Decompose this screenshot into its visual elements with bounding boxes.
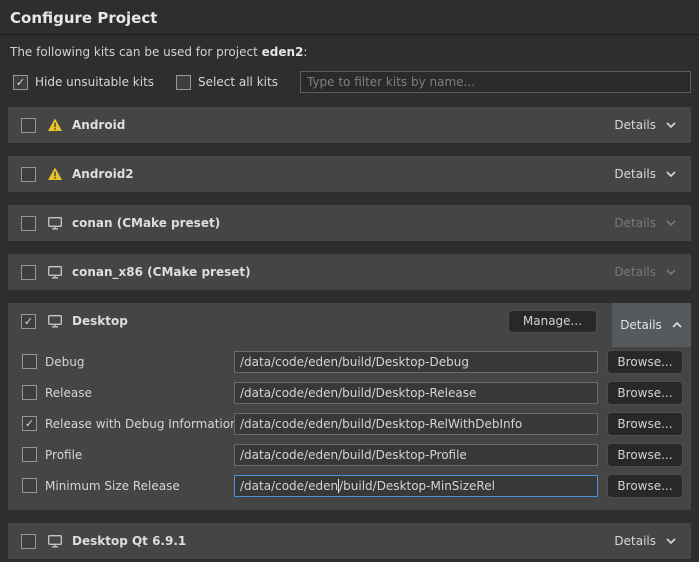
desktop-icon [47,533,63,549]
kit-name: Android [72,118,125,132]
hide-unsuitable-checkbox[interactable]: ✓ [13,75,28,90]
config-label: Release with Debug Information [45,417,238,431]
select-all-checkbox[interactable] [176,75,191,90]
kit-name: conan (CMake preset) [72,216,220,230]
config-checkbox[interactable] [22,447,37,462]
kit-row-conan-x86: conan_x86 (CMake preset) Details [8,254,691,290]
build-dir-input[interactable] [234,382,598,404]
page-title: Configure Project [0,0,699,34]
details-label: Details [614,216,656,230]
details-label: Details [614,118,656,132]
kit-section-desktop: Details ✓ Desktop Manage... Debug Browse… [8,303,691,510]
kit-row-android2: Android2 Details [8,156,691,192]
details-toggle: Details [614,265,677,279]
browse-button[interactable]: Browse... [607,381,683,405]
details-toggle[interactable]: Details [614,534,677,548]
details-toggle: Details [614,216,677,230]
details-toggle[interactable]: Details [612,303,691,347]
select-all-label[interactable]: Select all kits [198,75,278,89]
config-label: Release [45,386,92,400]
intro-text: The following kits can be used for proje… [10,45,689,59]
kit-checkbox[interactable] [21,167,36,182]
config-row-release: Release Browse... [8,377,691,408]
filter-bar: ✓ Hide unsuitable kits Select all kits [13,70,691,94]
config-row-profile: Profile Browse... [8,439,691,470]
browse-button[interactable]: Browse... [607,350,683,374]
kit-row-desktop: ✓ Desktop Manage... [8,303,691,339]
details-label: Details [620,318,662,332]
details-label: Details [614,265,656,279]
chevron-down-icon [665,268,677,276]
details-toggle[interactable]: Details [614,118,677,132]
config-label: Minimum Size Release [45,479,180,493]
build-dir-input-focused[interactable]: /data/code/eden/build/Desktop-MinSizeRel [234,475,598,497]
warning-icon [47,166,63,182]
kit-checkbox[interactable] [21,118,36,133]
kit-row-android: Android Details [8,107,691,143]
warning-icon [47,117,63,133]
kit-checkbox[interactable]: ✓ [21,314,36,329]
config-label: Profile [45,448,82,462]
hide-unsuitable-label[interactable]: Hide unsuitable kits [35,75,154,89]
kit-name: Desktop Qt 6.9.1 [72,534,186,548]
kit-checkbox[interactable] [21,216,36,231]
desktop-icon [47,313,63,329]
chevron-up-icon [671,321,683,329]
build-dir-input[interactable] [234,413,598,435]
kit-row-desktop-qt: Desktop Qt 6.9.1 Details [8,523,691,559]
kit-row-conan: conan (CMake preset) Details [8,205,691,241]
browse-button[interactable]: Browse... [607,443,683,467]
kit-name: Desktop [72,314,128,328]
build-dir-input[interactable] [234,444,598,466]
browse-button[interactable]: Browse... [607,474,683,498]
config-checkbox[interactable] [22,354,37,369]
kit-checkbox[interactable] [21,265,36,280]
config-checkbox[interactable]: ✓ [22,416,37,431]
details-toggle[interactable]: Details [614,167,677,181]
desktop-icon [47,264,63,280]
manage-kits-button[interactable]: Manage... [508,310,597,333]
desktop-icon [47,215,63,231]
chevron-down-icon [665,219,677,227]
details-label: Details [614,534,656,548]
build-config-list: Debug Browse... Release Browse... ✓ Rele… [8,346,691,501]
details-label: Details [614,167,656,181]
config-row-minsizerel: Minimum Size Release /data/code/eden/bui… [8,470,691,501]
chevron-down-icon [665,121,677,129]
kit-list: Android Details Android2 Details conan (… [8,107,691,559]
config-row-debug: Debug Browse... [8,346,691,377]
kit-filter-input[interactable] [300,71,691,93]
kit-checkbox[interactable] [21,534,36,549]
build-dir-input[interactable] [234,351,598,373]
kit-name: Android2 [72,167,134,181]
chevron-down-icon [665,537,677,545]
browse-button[interactable]: Browse... [607,412,683,436]
config-label: Debug [45,355,84,369]
kit-name: conan_x86 (CMake preset) [72,265,251,279]
config-checkbox[interactable] [22,385,37,400]
project-name: eden2 [262,45,304,59]
config-row-relwithdebinfo: ✓ Release with Debug Information Browse.… [8,408,691,439]
title-separator [0,34,699,35]
chevron-down-icon [665,170,677,178]
config-checkbox[interactable] [22,478,37,493]
